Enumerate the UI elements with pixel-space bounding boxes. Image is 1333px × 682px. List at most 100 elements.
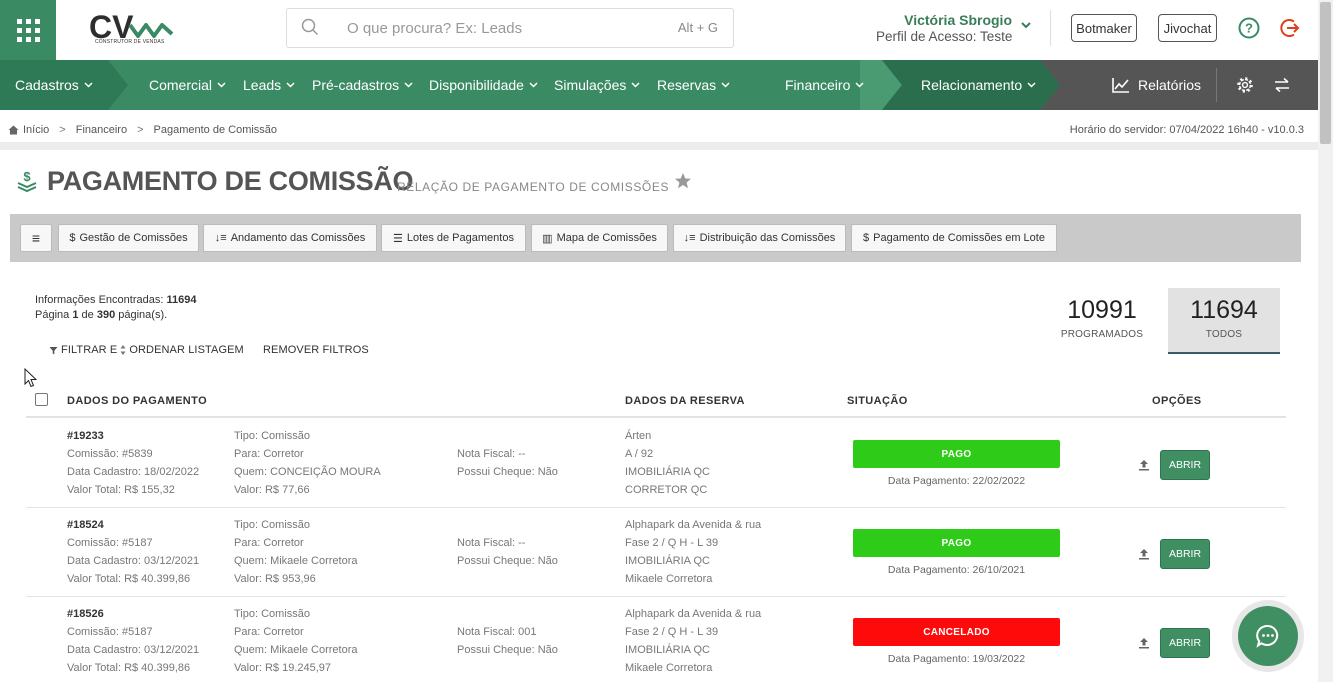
search-box[interactable]: Alt + G bbox=[286, 8, 734, 48]
nav-financeiro[interactable]: Financeiro bbox=[785, 60, 864, 110]
breadcrumb-inicio[interactable]: Início bbox=[23, 124, 49, 136]
commission-ref: Comissão: #5187 bbox=[67, 537, 153, 549]
nav-simulacoes[interactable]: Simulações bbox=[554, 60, 640, 110]
total-value: Valor Total: R$ 40.399,86 bbox=[67, 662, 191, 674]
page-subtitle: RELAÇÃO DE PAGAMENTO DE COMISSÕES bbox=[397, 180, 670, 194]
chevron-down-icon[interactable] bbox=[1020, 20, 1032, 30]
reservation-broker: Mikaele Corretora bbox=[625, 573, 713, 585]
user-menu[interactable]: Victória Sbrogio Perfil de Acesso: Teste bbox=[876, 12, 1012, 44]
open-button[interactable]: ABRIR bbox=[1160, 539, 1210, 569]
breadcrumb-financeiro[interactable]: Financeiro bbox=[76, 124, 127, 136]
invoice-data: Nota Fiscal: -- Possui Cheque: Não bbox=[457, 445, 558, 481]
header-divider bbox=[1050, 10, 1051, 46]
payment-id[interactable]: #18524 bbox=[67, 519, 104, 531]
reservation-broker: Mikaele Corretora bbox=[625, 662, 713, 674]
lotes-pagamentos-label: Lotes de Pagamentos bbox=[406, 232, 514, 244]
reservation-unit: Fase 2 / Q H - L 39 bbox=[625, 537, 719, 549]
counter-todos[interactable]: 11694 TODOS bbox=[1168, 288, 1280, 354]
andamento-comissoes-label: Andamento das Comissões bbox=[230, 232, 366, 244]
nav-relacionamento[interactable]: Relacionamento bbox=[921, 60, 1036, 110]
payment-type: Tipo: Comissão bbox=[234, 519, 311, 531]
remove-filters-link[interactable]: REMOVER FILTROS bbox=[263, 344, 369, 356]
breadcrumb-current: Pagamento de Comissão bbox=[153, 124, 278, 136]
nav-simulacoes-label: Simulações bbox=[554, 77, 627, 93]
counter-value: 11694 bbox=[1190, 296, 1258, 324]
select-all-checkbox[interactable] bbox=[35, 393, 48, 406]
help-icon[interactable]: ? bbox=[1238, 17, 1260, 39]
nav-reservas-label: Reservas bbox=[657, 77, 717, 93]
counter-programados[interactable]: 10991 PROGRAMADOS bbox=[1046, 288, 1158, 354]
breadcrumb-bar: Início > Financeiro > Pagamento de Comis… bbox=[0, 110, 1318, 150]
distribuicao-comissoes-button[interactable]: ↓≡ Distribuição das Comissões bbox=[673, 224, 846, 252]
nav-pre-cadastros[interactable]: Pré-cadastros bbox=[312, 60, 413, 110]
svg-text:$: $ bbox=[23, 170, 31, 184]
reservation-data: Árten A / 92 IMOBILIÁRIA QC CORRETOR QC bbox=[625, 427, 710, 499]
nav-disponibilidade-label: Disponibilidade bbox=[429, 77, 524, 93]
reservation-project: Árten bbox=[625, 430, 652, 442]
payment-details: Tipo: Comissão Para: Corretor Quem: Mika… bbox=[234, 516, 358, 588]
payment-to: Para: Corretor bbox=[234, 448, 304, 460]
payment-type: Tipo: Comissão bbox=[234, 430, 311, 442]
nav-relatorios-label: Relatórios bbox=[1138, 77, 1202, 93]
nav-disponibilidade[interactable]: Disponibilidade bbox=[429, 60, 538, 110]
page-suffix: página(s). bbox=[118, 309, 168, 321]
reservation-data: Alphapark da Avenida & rua Fase 2 / Q H … bbox=[625, 605, 761, 677]
swap-icon[interactable] bbox=[1274, 77, 1290, 93]
filter-order-link[interactable]: FILTRAR E ORDENAR LISTAGEM bbox=[49, 344, 244, 356]
andamento-comissoes-button[interactable]: ↓≡ Andamento das Comissões bbox=[203, 224, 377, 252]
open-button[interactable]: ABRIR bbox=[1160, 628, 1210, 658]
nav-reservas[interactable]: Reservas bbox=[657, 60, 730, 110]
logout-icon[interactable] bbox=[1280, 17, 1302, 39]
sort-icon: ↓≡ bbox=[214, 232, 227, 244]
gear-icon[interactable] bbox=[1236, 76, 1254, 94]
upload-icon[interactable] bbox=[1138, 459, 1150, 471]
page-of: de bbox=[81, 309, 94, 321]
upload-icon[interactable] bbox=[1138, 637, 1150, 649]
header-options: OPÇÕES bbox=[1152, 395, 1202, 407]
found-count-line: Informações Encontradas: 11694 bbox=[35, 293, 196, 308]
distribuicao-comissoes-label: Distribuição das Comissões bbox=[699, 232, 836, 244]
payment-to: Para: Corretor bbox=[234, 626, 304, 638]
chevron-down-icon bbox=[721, 82, 730, 88]
nav-cadastros[interactable]: Cadastros bbox=[15, 60, 93, 110]
header-payment: DADOS DO PAGAMENTO bbox=[67, 395, 208, 407]
found-label: Informações Encontradas: bbox=[35, 294, 164, 306]
mapa-comissoes-button[interactable]: ▥ Mapa de Comissões bbox=[531, 224, 668, 252]
nav-relacionamento-label: Relacionamento bbox=[921, 77, 1023, 93]
scrollbar-thumb[interactable] bbox=[1320, 2, 1331, 144]
upload-icon[interactable] bbox=[1138, 548, 1150, 560]
payment-who: Quem: Mikaele Corretora bbox=[234, 644, 358, 656]
apps-menu-button[interactable] bbox=[0, 0, 56, 60]
payment-id[interactable]: #18526 bbox=[67, 608, 104, 620]
status-badge: PAGO bbox=[853, 440, 1060, 468]
pagamento-lote-button[interactable]: $ Pagamento de Comissões em Lote bbox=[851, 224, 1057, 252]
payment-id[interactable]: #19233 bbox=[67, 430, 104, 442]
chevron-down-icon bbox=[1027, 82, 1036, 88]
lotes-pagamentos-button[interactable]: ☰ Lotes de Pagamentos bbox=[381, 224, 526, 252]
chat-button[interactable] bbox=[1238, 606, 1298, 666]
has-cheque: Possui Cheque: Não bbox=[457, 466, 558, 478]
chevron-down-icon bbox=[84, 82, 93, 88]
gestao-comissoes-button[interactable]: $ Gestão de Comissões bbox=[58, 224, 199, 252]
table-header: DADOS DO PAGAMENTO DADOS DA RESERVA SITU… bbox=[26, 388, 1286, 418]
page-info-line: Página 1 de 390 página(s). bbox=[35, 308, 196, 323]
reservation-unit: Fase 2 / Q H - L 39 bbox=[625, 626, 719, 638]
nav-relatorios[interactable]: Relatórios bbox=[1112, 60, 1201, 110]
mapa-comissoes-label: Mapa de Comissões bbox=[556, 232, 657, 244]
nav-comercial-label: Comercial bbox=[149, 77, 213, 93]
chevron-down-icon bbox=[404, 82, 413, 88]
payment-value: Valor: R$ 19.245,97 bbox=[234, 662, 332, 674]
star-icon[interactable] bbox=[674, 172, 692, 190]
botmaker-button[interactable]: Botmaker bbox=[1071, 14, 1137, 42]
nav-leads[interactable]: Leads bbox=[243, 60, 295, 110]
reservation-agency: IMOBILIÁRIA QC bbox=[625, 555, 710, 567]
nav-comercial[interactable]: Comercial bbox=[149, 60, 226, 110]
chevron-down-icon bbox=[529, 82, 538, 88]
filter-label: FILTRAR E bbox=[61, 344, 118, 356]
nav-pre-cadastros-label: Pré-cadastros bbox=[312, 77, 400, 93]
search-input[interactable] bbox=[347, 17, 647, 39]
counter-label: TODOS bbox=[1205, 329, 1243, 340]
jivochat-button[interactable]: Jivochat bbox=[1158, 14, 1217, 42]
open-button[interactable]: ABRIR bbox=[1160, 450, 1210, 480]
menu-toggle-button[interactable]: ≡ bbox=[20, 224, 52, 252]
